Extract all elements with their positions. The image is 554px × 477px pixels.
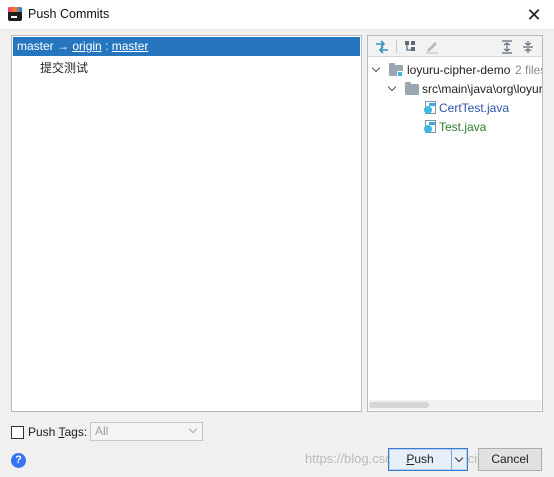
branch-separator: :	[101, 39, 112, 53]
edit-source-icon[interactable]	[424, 39, 440, 54]
expand-all-icon[interactable]	[499, 39, 515, 54]
folder-icon	[405, 82, 419, 95]
java-file-icon	[424, 120, 438, 134]
collapse-all-icon[interactable]	[520, 39, 536, 54]
help-icon[interactable]: ?	[11, 453, 26, 468]
chevron-down-icon	[188, 424, 198, 434]
push-button[interactable]: Push	[388, 448, 468, 471]
root-file-count: 2 files	[515, 63, 542, 77]
push-tags-checkbox[interactable]	[11, 425, 24, 439]
commits-panel: master → origin : master 提交测试	[11, 35, 362, 412]
java-file-icon	[424, 101, 438, 115]
remote-name-link[interactable]: origin	[72, 39, 101, 53]
files-tree: loyuru-cipher-demo 2 files src\main\java…	[368, 60, 542, 400]
tree-file-node[interactable]: Test.java	[424, 118, 542, 136]
branch-row[interactable]: master → origin : master	[13, 37, 360, 56]
close-button[interactable]: ✕	[514, 0, 554, 30]
remote-branch-link[interactable]: master	[112, 39, 149, 53]
title-bar: Push Commits ✕	[0, 0, 554, 30]
push-tags-label: Push Tags:	[28, 425, 88, 439]
folder-path: src\main\java\org\loyuru	[422, 82, 542, 96]
commit-item[interactable]: 提交测试	[40, 59, 88, 76]
tree-folder-node[interactable]: src\main\java\org\loyuru	[388, 80, 542, 98]
tags-select-value: All	[95, 424, 109, 438]
root-name: loyuru-cipher-demo	[407, 63, 511, 77]
files-toolbar	[368, 36, 542, 57]
push-tags-option[interactable]: Push Tags:	[11, 424, 87, 440]
tree-root-node[interactable]: loyuru-cipher-demo 2 files	[372, 61, 542, 79]
horizontal-scrollbar[interactable]	[369, 400, 541, 410]
group-by-icon[interactable]	[403, 39, 419, 54]
tags-select[interactable]: All	[90, 422, 203, 441]
chevron-down-icon[interactable]	[372, 65, 382, 75]
window-title: Push Commits	[28, 7, 110, 21]
file-name: CertTest.java	[439, 101, 510, 115]
chevron-down-icon[interactable]	[388, 84, 398, 94]
push-arrow-icon: →	[57, 39, 70, 53]
tree-file-node[interactable]: CertTest.java	[424, 99, 542, 117]
module-folder-icon	[389, 63, 403, 77]
changed-files-panel: loyuru-cipher-demo 2 files src\main\java…	[367, 35, 543, 412]
local-branch: master	[17, 39, 54, 53]
file-name: Test.java	[439, 120, 487, 134]
cancel-button[interactable]: Cancel	[478, 448, 542, 471]
intellij-app-icon	[8, 7, 22, 21]
toolbar-separator	[396, 40, 397, 53]
push-options-dropdown-icon[interactable]	[451, 449, 467, 470]
scrollbar-thumb[interactable]	[369, 402, 429, 408]
push-button-label[interactable]: Push	[389, 449, 451, 470]
show-diff-icon[interactable]	[374, 39, 390, 54]
